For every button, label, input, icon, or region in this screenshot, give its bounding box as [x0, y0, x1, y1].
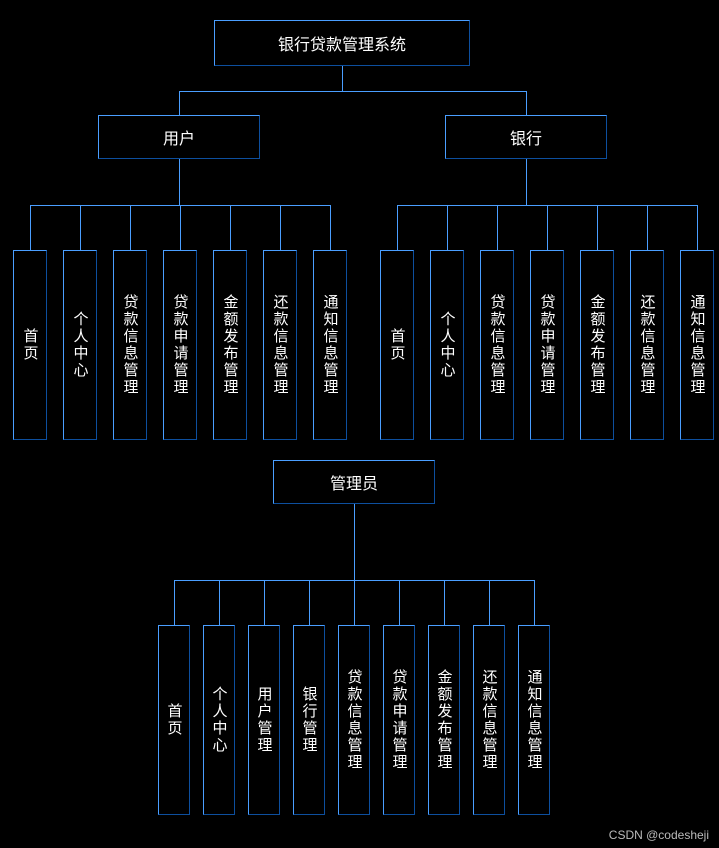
connector: [342, 66, 343, 91]
role-admin-box: 管理员: [273, 460, 435, 504]
connector: [174, 580, 175, 625]
user-module-loan-apply: 贷款申请管理: [163, 250, 197, 440]
watermark: CSDN @codesheji: [609, 828, 709, 842]
admin-module-loan-info: 贷款信息管理: [338, 625, 370, 815]
title-box: 银行贷款管理系统: [214, 20, 470, 66]
connector: [444, 580, 445, 625]
connector: [219, 580, 220, 625]
role-admin-label: 管理员: [330, 470, 378, 494]
bank-module-repay-info: 还款信息管理: [630, 250, 664, 440]
bank-module-loan-apply: 贷款申请管理: [530, 250, 564, 440]
connector: [179, 159, 180, 205]
bank-module-home: 首页: [380, 250, 414, 440]
connector: [526, 91, 527, 115]
connector: [30, 205, 31, 250]
admin-module-profile: 个人中心: [203, 625, 235, 815]
connector: [230, 205, 231, 250]
bank-module-notice-info: 通知信息管理: [680, 250, 714, 440]
user-module-home: 首页: [13, 250, 47, 440]
admin-module-user-mgmt: 用户管理: [248, 625, 280, 815]
connector: [80, 205, 81, 250]
connector: [309, 580, 310, 625]
admin-module-home: 首页: [158, 625, 190, 815]
role-user-label: 用户: [163, 125, 195, 149]
connector: [354, 504, 355, 580]
user-module-profile: 个人中心: [63, 250, 97, 440]
user-module-amount-publish: 金额发布管理: [213, 250, 247, 440]
connector: [547, 205, 548, 250]
user-module-loan-info: 贷款信息管理: [113, 250, 147, 440]
connector: [130, 205, 131, 250]
connector: [447, 205, 448, 250]
connector: [399, 580, 400, 625]
connector: [264, 580, 265, 625]
admin-module-loan-apply: 贷款申请管理: [383, 625, 415, 815]
role-user-box: 用户: [98, 115, 260, 159]
admin-module-notice-info: 通知信息管理: [518, 625, 550, 815]
admin-module-repay-info: 还款信息管理: [473, 625, 505, 815]
connector: [526, 159, 527, 205]
user-module-notice-info: 通知信息管理: [313, 250, 347, 440]
connector: [280, 205, 281, 250]
bank-module-amount-publish: 金额发布管理: [580, 250, 614, 440]
admin-module-amount-publish: 金额发布管理: [428, 625, 460, 815]
connector: [179, 91, 527, 92]
connector: [180, 205, 181, 250]
role-bank-box: 银行: [445, 115, 607, 159]
connector: [330, 205, 331, 250]
connector: [497, 205, 498, 250]
connector: [397, 205, 398, 250]
connector: [179, 91, 180, 115]
connector: [597, 205, 598, 250]
bank-module-loan-info: 贷款信息管理: [480, 250, 514, 440]
connector: [489, 580, 490, 625]
connector: [534, 580, 535, 625]
title-text: 银行贷款管理系统: [278, 31, 406, 55]
role-bank-label: 银行: [510, 125, 542, 149]
user-module-repay-info: 还款信息管理: [263, 250, 297, 440]
bank-module-profile: 个人中心: [430, 250, 464, 440]
connector: [354, 580, 355, 625]
admin-module-bank-mgmt: 银行管理: [293, 625, 325, 815]
connector: [647, 205, 648, 250]
connector: [697, 205, 698, 250]
